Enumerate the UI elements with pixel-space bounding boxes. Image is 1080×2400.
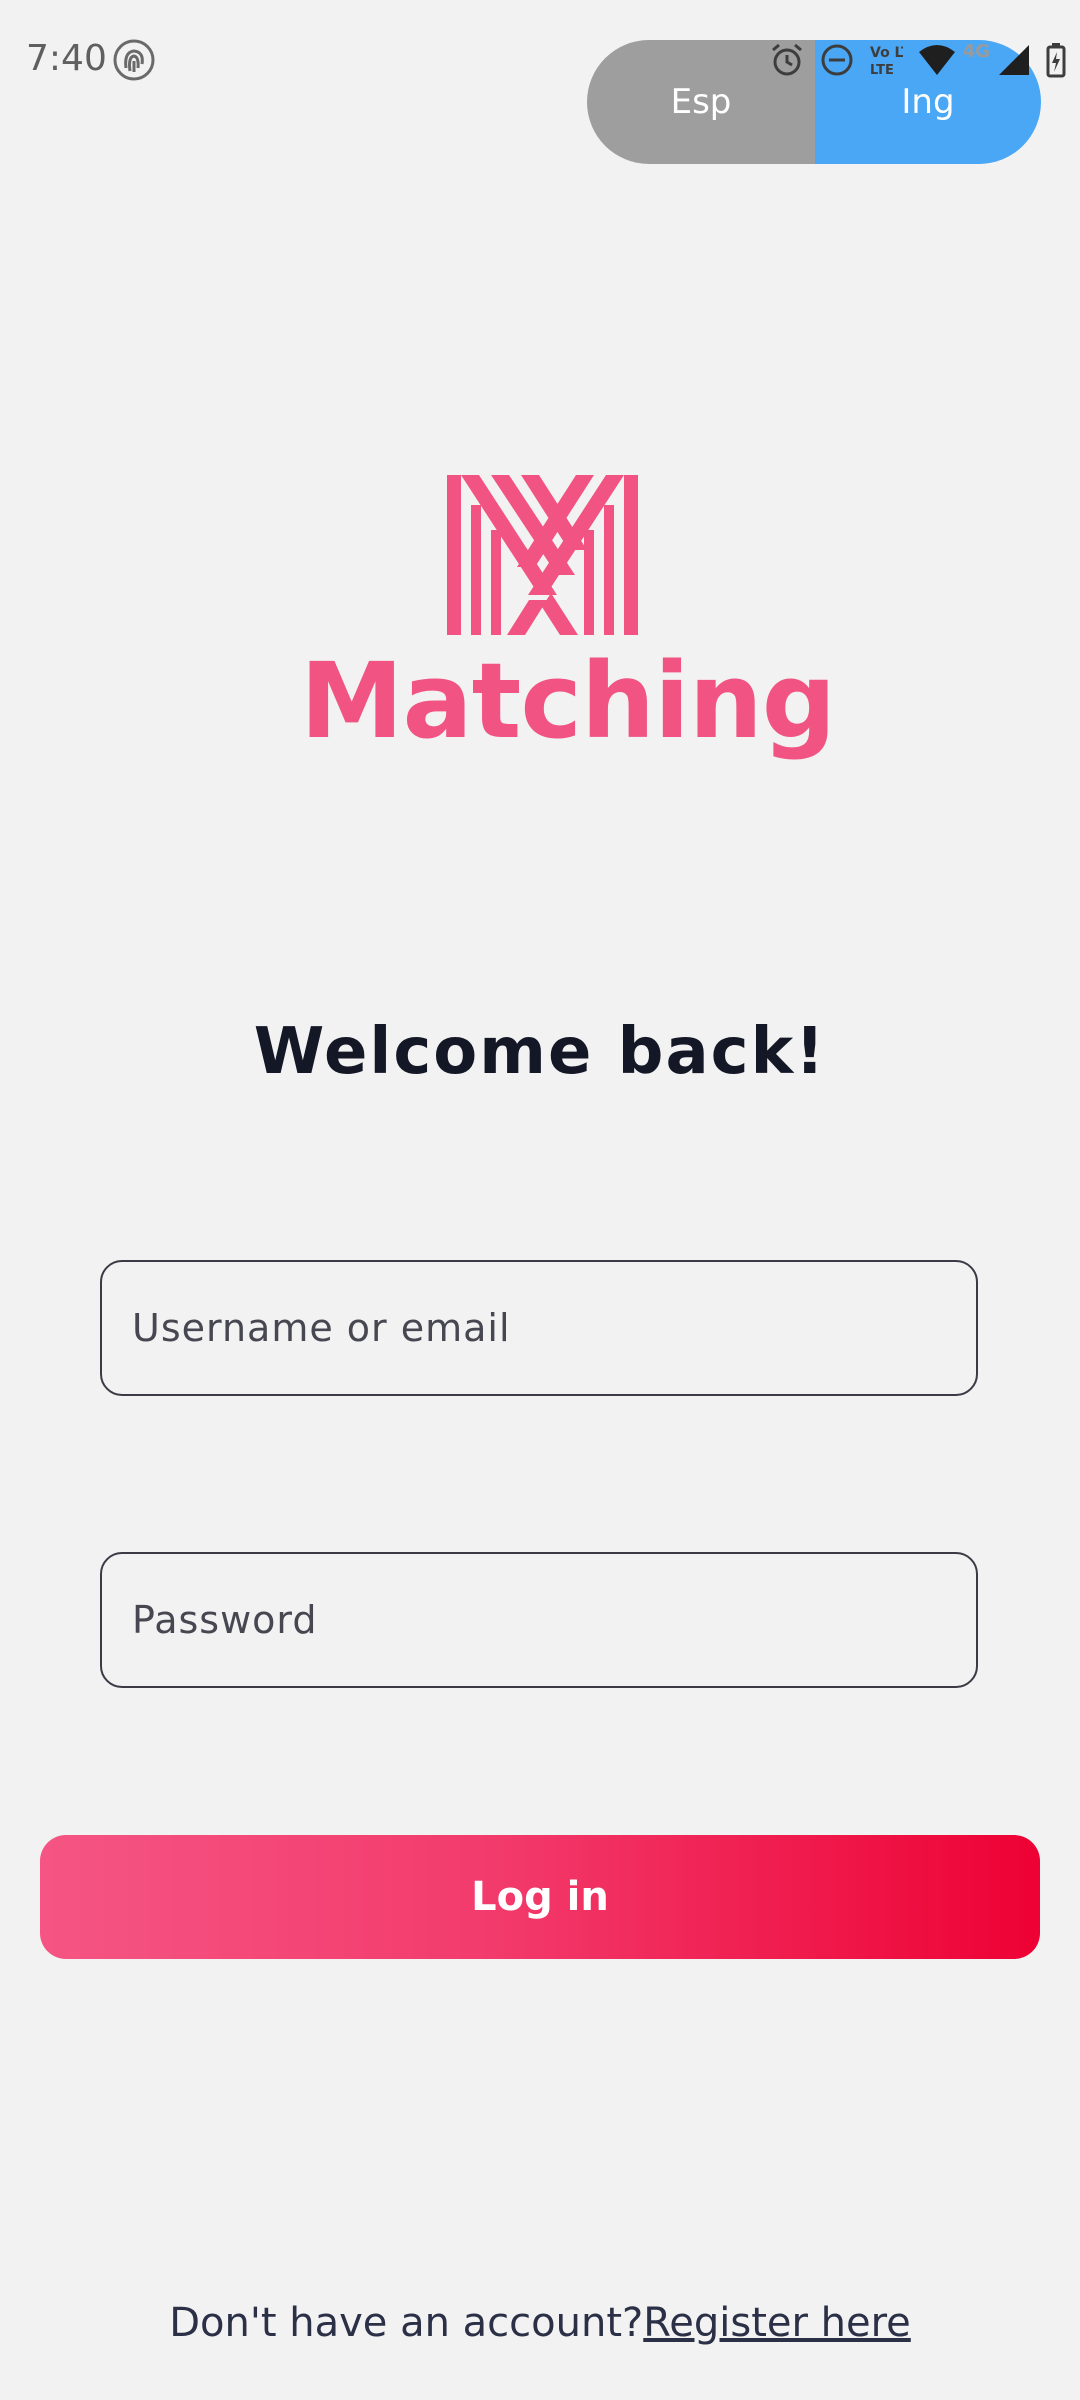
logo-m-mark-icon (447, 475, 638, 635)
network-type-label: 4G (962, 40, 990, 62)
status-icons: Vo LTE LTE 4G (769, 38, 1066, 82)
register-prompt-row: Don't have an account?Register here (0, 2300, 1080, 2346)
matching-logo: Matching (300, 470, 836, 780)
logo-wordmark: Matching (300, 640, 836, 762)
do-not-disturb-icon (821, 44, 853, 76)
wifi-icon (918, 45, 955, 75)
login-button[interactable]: Log in (40, 1835, 1040, 1959)
password-input[interactable] (100, 1552, 978, 1688)
volte-label: Vo LTE (870, 45, 903, 61)
signal-icon (999, 45, 1029, 75)
welcome-heading: Welcome back! (253, 1015, 827, 1089)
register-link[interactable]: Register here (643, 2300, 911, 2346)
username-input[interactable] (100, 1260, 978, 1396)
volte-icon: Vo LTE LTE (870, 45, 903, 78)
alarm-icon (771, 43, 802, 76)
svg-text:LTE: LTE (870, 63, 894, 78)
status-time: 7:40 (26, 38, 107, 79)
fingerprint-icon (113, 39, 155, 81)
register-prompt-text: Don't have an account? (169, 2300, 644, 2346)
battery-charging-icon (1046, 43, 1066, 78)
